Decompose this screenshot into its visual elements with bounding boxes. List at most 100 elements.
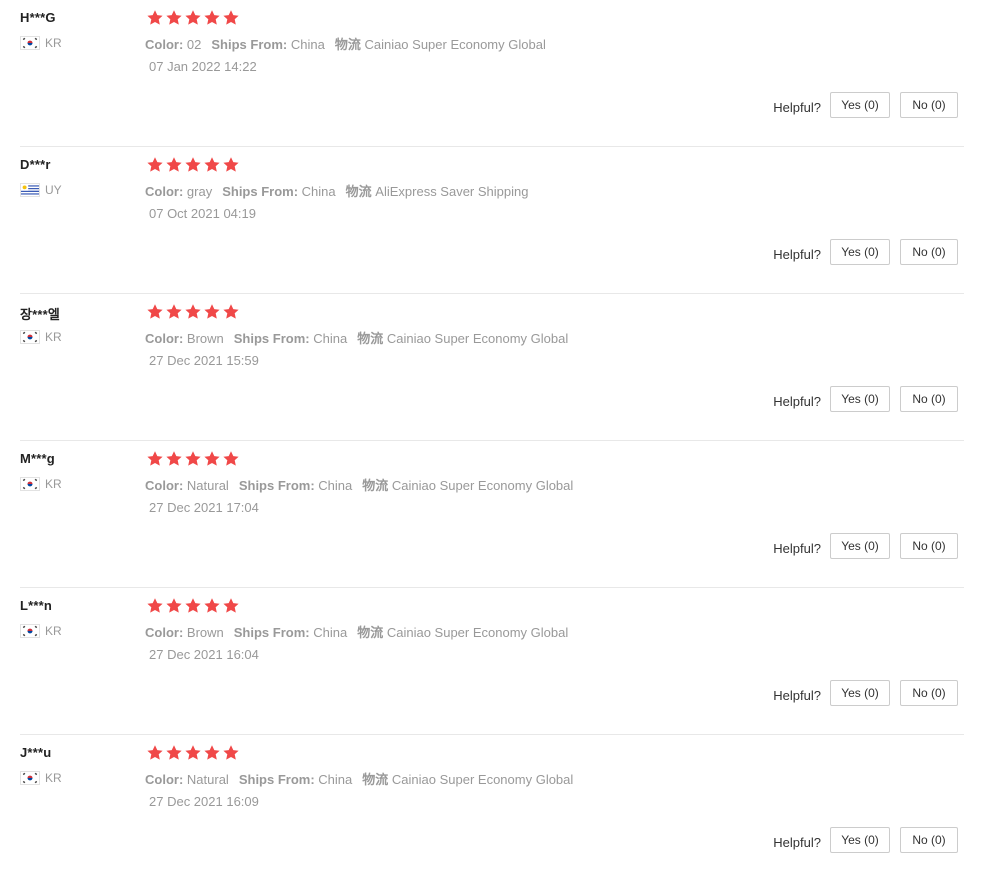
star-icon (203, 303, 221, 321)
helpful-yes-button[interactable]: Yes (0) (830, 92, 890, 118)
helpful-no-button[interactable]: No (0) (900, 680, 958, 706)
sku-info: Color: Brown Ships From: China 物流 Cainiao … (145, 622, 578, 641)
sku-property-label: 物流 (362, 772, 389, 787)
review-item: M***g KR Color: Natural Ships From: China 物流… (20, 441, 964, 588)
sku-property-label: Ships From: (233, 331, 310, 346)
sku-property: Color: Brown (145, 331, 224, 346)
helpful-no-button[interactable]: No (0) (900, 239, 958, 265)
user-country: KR (20, 36, 62, 50)
star-icon (184, 597, 202, 615)
helpful-no-button[interactable]: No (0) (900, 92, 958, 118)
sku-property: Color: 02 (145, 37, 201, 52)
star-rating (146, 156, 240, 174)
star-icon (146, 450, 164, 468)
sku-property-value: Cainiao Super Economy Global (364, 37, 546, 52)
helpful-section: Helpful? Yes (0) No (0) (773, 680, 958, 706)
star-icon (165, 156, 183, 174)
review-date: 27 Dec 2021 17:04 (149, 500, 259, 515)
korea-flag-icon (20, 771, 40, 785)
sku-property: 物流 Cainiao Super Economy Global (357, 331, 568, 346)
sku-property-label: Color: (145, 772, 184, 787)
sku-property: 物流 Cainiao Super Economy Global (357, 625, 568, 640)
user-country: UY (20, 183, 62, 197)
user-name: H***G (20, 10, 56, 25)
star-icon (165, 9, 183, 27)
sku-property: Ships From: China (211, 37, 324, 52)
sku-property-value: Natural (186, 772, 229, 787)
sku-property: Color: Natural (145, 772, 229, 787)
helpful-yes-button[interactable]: Yes (0) (830, 386, 890, 412)
sku-property: Ships From: China (239, 478, 352, 493)
star-icon (146, 303, 164, 321)
helpful-section: Helpful? Yes (0) No (0) (773, 239, 958, 265)
sku-property-label: Ships From: (238, 772, 315, 787)
star-icon (184, 156, 202, 174)
sku-property-label: 物流 (345, 184, 372, 199)
sku-property: Ships From: China (234, 331, 347, 346)
sku-property-label: 物流 (357, 625, 384, 640)
sku-property-value: Cainiao Super Economy Global (386, 625, 569, 640)
sku-property-label: 物流 (362, 478, 389, 493)
star-rating (146, 303, 240, 321)
review-item: 장***엘 KR Color: Brown Ships From: China 物流 C… (20, 294, 964, 441)
helpful-yes-button[interactable]: Yes (0) (830, 533, 890, 559)
star-icon (146, 9, 164, 27)
sku-property: Ships From: China (222, 184, 335, 199)
uruguay-flag-icon (20, 183, 40, 197)
helpful-label: Helpful? (773, 246, 821, 262)
review-item: D***r UY Color: gray Ships From: China 物流 Al… (20, 147, 964, 294)
sku-property-label: Color: (145, 331, 184, 346)
helpful-section: Helpful? Yes (0) No (0) (773, 827, 958, 853)
helpful-section: Helpful? Yes (0) No (0) (773, 92, 958, 118)
sku-property-value: Cainiao Super Economy Global (391, 478, 574, 493)
country-code: KR (45, 330, 62, 344)
star-icon (222, 597, 240, 615)
helpful-label: Helpful? (773, 540, 821, 556)
sku-property: Color: gray (145, 184, 212, 199)
sku-property-value: 02 (186, 37, 202, 52)
helpful-no-button[interactable]: No (0) (900, 827, 958, 853)
sku-property-label: Ships From: (233, 625, 310, 640)
feedback-list: H***G KR Color: 02 Ships From: China 物流 Cain… (20, 0, 964, 882)
star-icon (203, 9, 221, 27)
sku-property: 物流 Cainiao Super Economy Global (362, 478, 573, 493)
helpful-yes-button[interactable]: Yes (0) (830, 827, 890, 853)
sku-property: 物流 Cainiao Super Economy Global (362, 772, 573, 787)
sku-property-value: China (313, 625, 348, 640)
star-icon (222, 744, 240, 762)
user-country: KR (20, 771, 62, 785)
user-name: 장***엘 (20, 307, 61, 322)
country-code: UY (45, 183, 62, 197)
helpful-yes-button[interactable]: Yes (0) (830, 239, 890, 265)
star-icon (222, 450, 240, 468)
sku-info: Color: Natural Ships From: China 物流 Cainia… (145, 769, 583, 788)
star-icon (222, 156, 240, 174)
user-country: KR (20, 330, 62, 344)
helpful-no-button[interactable]: No (0) (900, 386, 958, 412)
star-icon (184, 450, 202, 468)
sku-info: Color: Brown Ships From: China 物流 Cainiao … (145, 328, 578, 347)
sku-property: 物流 AliExpress Saver Shipping (346, 184, 529, 199)
helpful-yes-button[interactable]: Yes (0) (830, 680, 890, 706)
korea-flag-icon (20, 36, 40, 50)
user-name: M***g (20, 451, 55, 466)
sku-property-value: Cainiao Super Economy Global (391, 772, 574, 787)
review-date: 27 Dec 2021 16:04 (149, 647, 259, 662)
sku-property-value: China (318, 772, 353, 787)
helpful-no-button[interactable]: No (0) (900, 533, 958, 559)
sku-property-value: Brown (186, 331, 224, 346)
sku-info: Color: Natural Ships From: China 物流 Cainia… (145, 475, 583, 494)
country-code: KR (45, 624, 62, 638)
helpful-section: Helpful? Yes (0) No (0) (773, 386, 958, 412)
helpful-section: Helpful? Yes (0) No (0) (773, 533, 958, 559)
country-code: KR (45, 477, 62, 491)
sku-property-label: Ships From: (211, 37, 288, 52)
star-icon (203, 744, 221, 762)
sku-property-label: 物流 (357, 331, 384, 346)
sku-property-label: Ships From: (238, 478, 315, 493)
sku-property: 物流 Cainiao Super Economy Global (335, 37, 546, 52)
star-icon (165, 744, 183, 762)
review-date: 07 Jan 2022 14:22 (149, 59, 257, 74)
review-date: 27 Dec 2021 16:09 (149, 794, 259, 809)
star-icon (146, 744, 164, 762)
